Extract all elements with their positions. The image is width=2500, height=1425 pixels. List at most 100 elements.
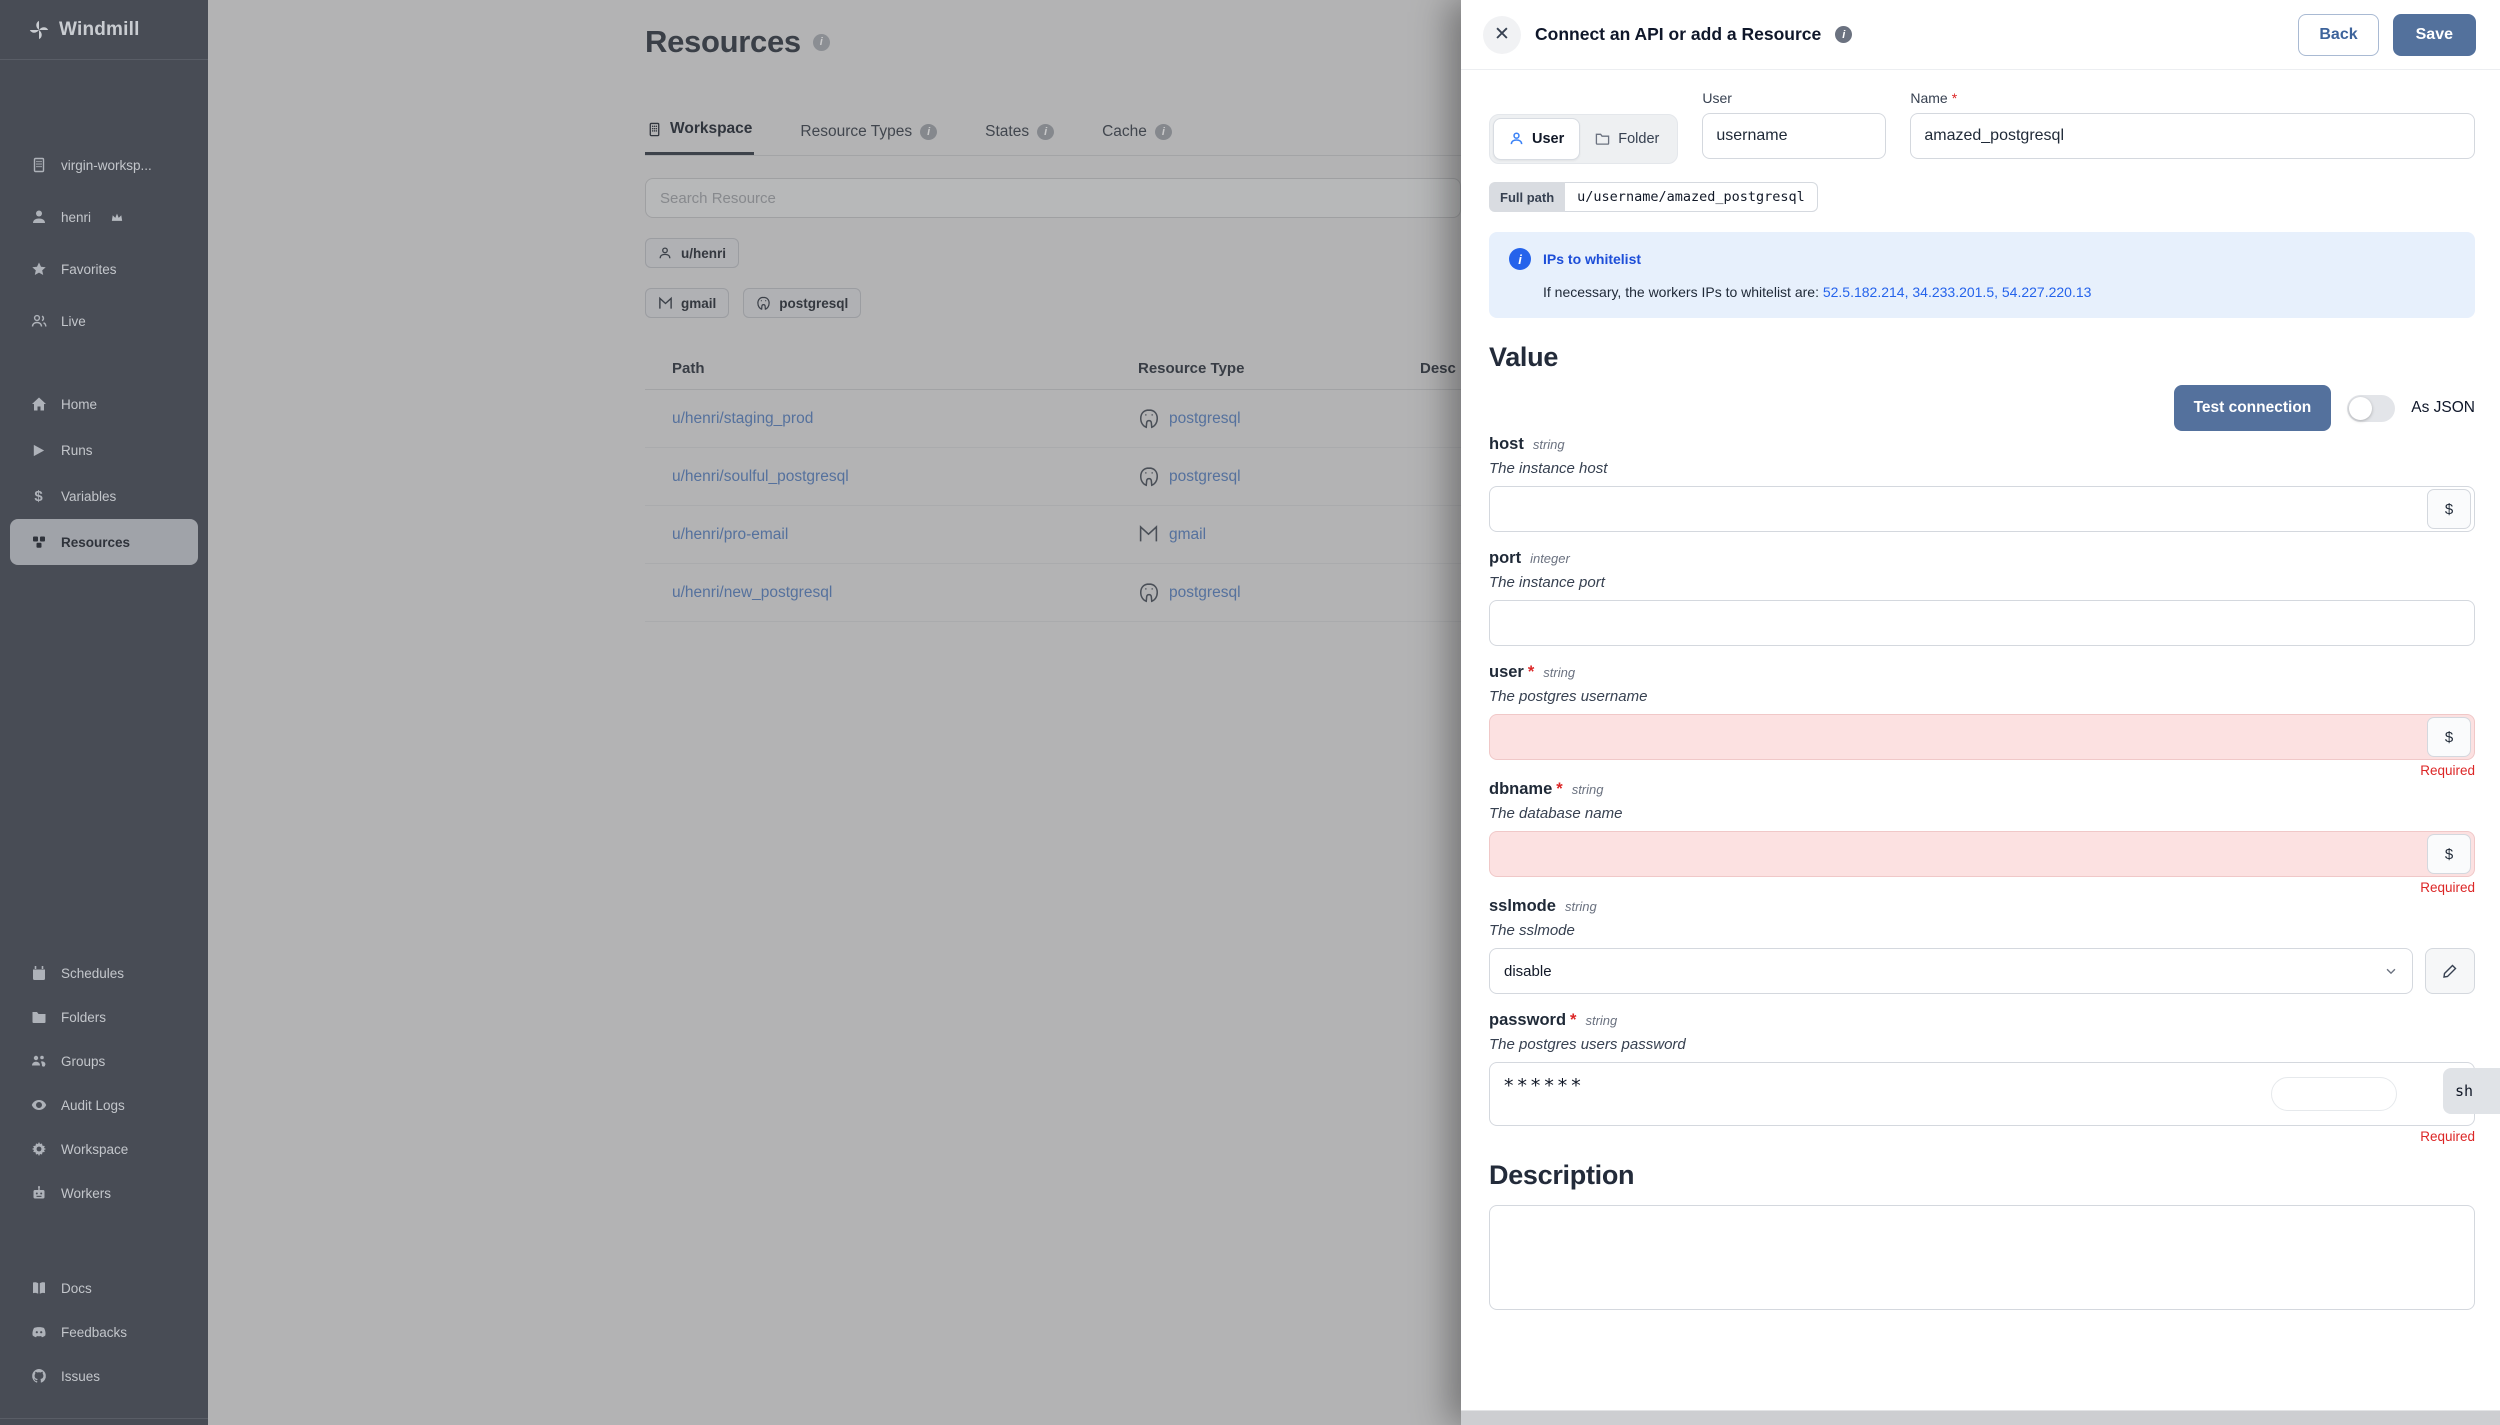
dollar-icon: $ <box>34 487 43 505</box>
sidebar-item-runs[interactable]: Runs <box>0 427 208 473</box>
resource-type-link[interactable]: postgresql <box>1169 584 1241 602</box>
dbname-input[interactable] <box>1489 831 2475 877</box>
owner-filter-chip[interactable]: u/henri <box>645 238 740 268</box>
owner-kind-segmented-control: User Folder <box>1489 114 1679 164</box>
test-connection-button[interactable]: Test connection <box>2173 385 2332 431</box>
user-input[interactable] <box>1489 714 2475 760</box>
table-row[interactable]: u/henri/staging_prod postgresql <box>645 390 1475 448</box>
github-icon <box>30 1368 47 1385</box>
sidebar-item-label: virgin-worksp... <box>61 157 152 173</box>
back-button[interactable]: Back <box>2298 13 2379 56</box>
windmill-logo-icon <box>28 19 50 41</box>
segment-folder[interactable]: Folder <box>1580 118 1674 160</box>
building-icon <box>30 157 47 174</box>
table-row[interactable]: u/henri/pro-email gmail <box>645 506 1475 564</box>
resource-type-link[interactable]: postgresql <box>1169 410 1241 428</box>
gmail-icon <box>1138 524 1160 546</box>
type-filter-chip-postgresql[interactable]: postgresql <box>743 288 862 318</box>
required-message: Required <box>2420 1129 2475 1144</box>
resource-type-link[interactable]: postgresql <box>1169 468 1241 486</box>
sidebar-item-workers[interactable]: Workers <box>0 1171 208 1215</box>
tab-workspace[interactable]: Workspace <box>645 110 755 155</box>
edit-pencil-button[interactable] <box>2425 948 2475 994</box>
sidebar-item-folders[interactable]: Folders <box>0 995 208 1039</box>
required-star: * <box>1570 1011 1577 1029</box>
table-row[interactable]: u/henri/new_postgresql postgresql <box>645 564 1475 622</box>
host-input[interactable] <box>1489 486 2475 532</box>
sidebar-item-docs[interactable]: Docs <box>0 1266 208 1310</box>
sidebar-item-label: Favorites <box>61 261 117 277</box>
sidebar-item-label: Issues <box>61 1368 101 1384</box>
tab-resource-types[interactable]: Resource Types i <box>798 113 939 155</box>
user-icon <box>30 209 47 226</box>
brand[interactable]: Windmill <box>0 0 208 60</box>
save-button[interactable]: Save <box>2392 13 2476 56</box>
as-json-label: As JSON <box>2411 399 2475 416</box>
insert-variable-button[interactable]: $ <box>2427 717 2471 757</box>
sidebar-item-schedules[interactable]: Schedules <box>0 951 208 995</box>
sidebar-item-resources[interactable]: Resources <box>10 519 198 565</box>
close-icon[interactable]: ✕ <box>1483 15 1521 54</box>
resource-path-link[interactable]: u/henri/new_postgresql <box>672 584 832 601</box>
robot-icon <box>30 1185 47 1202</box>
play-icon <box>30 442 47 459</box>
sidebar-item-home[interactable]: Home <box>0 381 208 427</box>
sidebar-item-groups[interactable]: Groups <box>0 1039 208 1083</box>
users-icon <box>30 313 47 330</box>
field-name: password * <box>1489 1011 1577 1029</box>
sidebar-item-workspace-switcher[interactable]: virgin-worksp... <box>0 139 208 191</box>
description-textarea[interactable] <box>1489 1205 2475 1310</box>
groups-icon <box>30 1053 47 1070</box>
resource-name-field[interactable] <box>1910 113 2475 159</box>
as-json-toggle[interactable] <box>2347 394 2396 422</box>
type-filter-chip-gmail[interactable]: gmail <box>645 288 730 318</box>
sidebar-item-label: Feedbacks <box>61 1324 128 1340</box>
drawer-title: Connect an API or add a Resource <box>1535 24 1822 44</box>
calendar-icon <box>30 965 47 982</box>
sidebar: Windmill virgin-worksp... henri Favorite… <box>0 0 208 1425</box>
resource-path-link[interactable]: u/henri/soulful_postgresql <box>672 468 849 485</box>
field-host: host string The instance host $ <box>1489 435 2475 532</box>
sidebar-item-audit-logs[interactable]: Audit Logs <box>0 1083 208 1127</box>
sidebar-item-variables[interactable]: $ Variables <box>0 473 208 519</box>
field-name: user * <box>1489 663 1535 681</box>
info-icon[interactable]: i <box>1835 26 1853 43</box>
sslmode-selected-value: disable <box>1504 962 1552 980</box>
tab-label: Resource Types <box>800 123 913 140</box>
full-path-value: u/username/amazed_postgresql <box>1565 182 1818 212</box>
username-field[interactable] <box>1702 113 1887 159</box>
sidebar-item-live[interactable]: Live <box>0 295 208 347</box>
port-input[interactable] <box>1489 600 2475 646</box>
sidebar-item-label: Schedules <box>61 965 125 981</box>
tab-states[interactable]: States i <box>983 113 1056 155</box>
field-name: dbname * <box>1489 780 1563 798</box>
sidebar-item-favorites[interactable]: Favorites <box>0 243 208 295</box>
resource-path-link[interactable]: u/henri/pro-email <box>672 526 788 543</box>
gear-icon <box>30 1141 47 1158</box>
search-input[interactable] <box>645 178 1461 218</box>
segment-user[interactable]: User <box>1493 118 1581 160</box>
sidebar-item-label: Live <box>61 313 86 329</box>
sidebar-item-label: Workspace <box>61 1141 129 1157</box>
sidebar-item-workspace-settings[interactable]: Workspace <box>0 1127 208 1171</box>
resource-path-link[interactable]: u/henri/staging_prod <box>672 410 813 427</box>
sidebar-item-label: Folders <box>61 1009 107 1025</box>
home-icon <box>30 396 47 413</box>
show-password-button[interactable]: sh <box>2443 1068 2500 1114</box>
name-field-label: Name <box>1910 90 1948 106</box>
insert-variable-button[interactable]: $ <box>2427 489 2471 529</box>
tab-label: Cache <box>1102 123 1147 140</box>
info-icon[interactable]: i <box>812 33 830 51</box>
table-row[interactable]: u/henri/soulful_postgresql postgresql <box>645 448 1475 506</box>
tab-cache[interactable]: Cache i <box>1100 113 1174 155</box>
ips-whitelist-body: If necessary, the workers IPs to whiteli… <box>1543 284 1819 300</box>
insert-variable-button[interactable]: $ <box>2427 834 2471 874</box>
sidebar-item-feedbacks[interactable]: Feedbacks <box>0 1310 208 1354</box>
postgresql-icon <box>756 296 771 311</box>
sidebar-item-issues[interactable]: Issues <box>0 1354 208 1398</box>
resource-type-link[interactable]: gmail <box>1169 526 1206 544</box>
sidebar-item-user[interactable]: henri <box>0 191 208 243</box>
sslmode-select[interactable]: disable <box>1489 948 2413 994</box>
horizontal-scrollbar[interactable] <box>1461 1410 2500 1425</box>
description-heading: Description <box>1489 1160 1635 1190</box>
